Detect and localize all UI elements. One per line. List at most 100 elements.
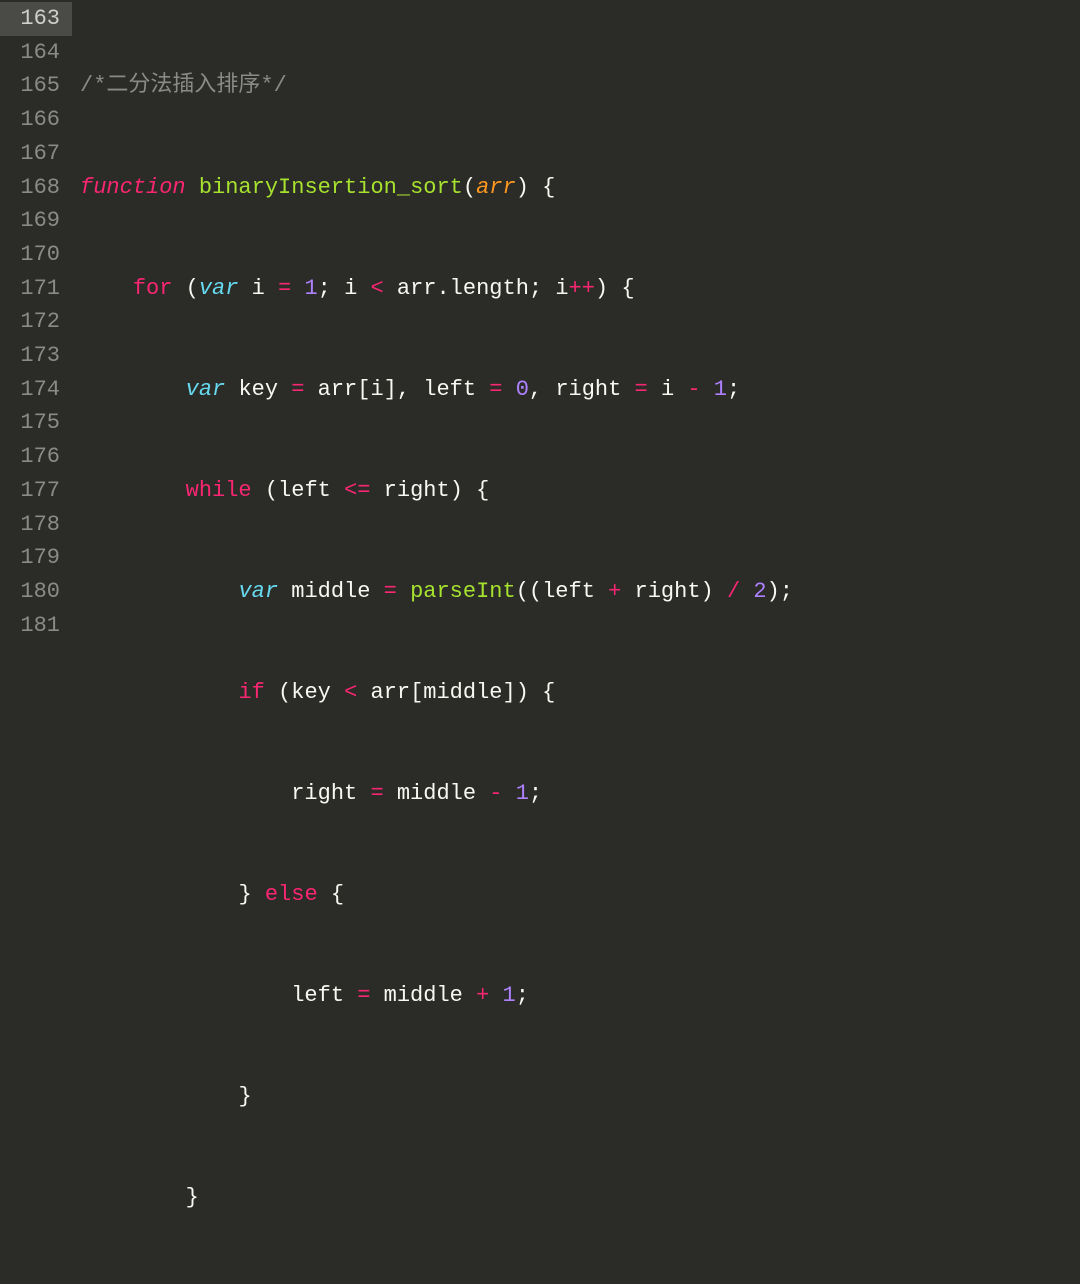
brace: { bbox=[331, 882, 344, 907]
semi: ; bbox=[318, 276, 331, 301]
line-number: 171 bbox=[0, 272, 72, 306]
ident: arr[middle] bbox=[370, 680, 515, 705]
line-number: 173 bbox=[0, 339, 72, 373]
brace: } bbox=[238, 1084, 251, 1109]
keyword-while: while bbox=[186, 478, 252, 503]
ident: middle bbox=[384, 983, 463, 1008]
ident: key bbox=[291, 680, 331, 705]
code-line: while (left <= right) { bbox=[80, 474, 1080, 508]
number: 0 bbox=[516, 377, 529, 402]
op: + bbox=[476, 983, 489, 1008]
ident: i bbox=[252, 276, 265, 301]
code-line: /*二分法插入排序*/ bbox=[80, 69, 1080, 103]
brace: { bbox=[542, 175, 555, 200]
line-number: 164 bbox=[0, 36, 72, 70]
line-number: 169 bbox=[0, 204, 72, 238]
keyword-var: var bbox=[186, 377, 226, 402]
brace: { bbox=[542, 680, 555, 705]
brace: } bbox=[186, 1185, 199, 1210]
line-number: 177 bbox=[0, 474, 72, 508]
op: = bbox=[489, 377, 502, 402]
keyword-var: var bbox=[199, 276, 239, 301]
code-line: } else { bbox=[80, 878, 1080, 912]
op: = bbox=[278, 276, 291, 301]
brace: { bbox=[476, 478, 489, 503]
ident: arr[i] bbox=[318, 377, 397, 402]
code-line: var key = arr[i], left = 0, right = i - … bbox=[80, 373, 1080, 407]
paren: ( bbox=[463, 175, 476, 200]
ident: left bbox=[542, 579, 595, 604]
function-name: binaryInsertion_sort bbox=[199, 175, 463, 200]
op: + bbox=[608, 579, 621, 604]
ident: left bbox=[278, 478, 331, 503]
paren: ) bbox=[516, 175, 529, 200]
ident: arr.length bbox=[397, 276, 529, 301]
ident: middle bbox=[291, 579, 370, 604]
number: 1 bbox=[502, 983, 515, 1008]
op: = bbox=[635, 377, 648, 402]
line-number: 172 bbox=[0, 305, 72, 339]
code-line: } bbox=[80, 1080, 1080, 1114]
ident: right bbox=[384, 478, 450, 503]
ident: i bbox=[344, 276, 357, 301]
ident: i bbox=[555, 276, 568, 301]
line-number: 178 bbox=[0, 508, 72, 542]
op: = bbox=[384, 579, 397, 604]
ident: i bbox=[661, 377, 674, 402]
line-number: 167 bbox=[0, 137, 72, 171]
op: - bbox=[687, 377, 700, 402]
op: < bbox=[370, 276, 383, 301]
line-number: 170 bbox=[0, 238, 72, 272]
number: 1 bbox=[714, 377, 727, 402]
line-number-gutter: 1631641651661671681691701711721731741751… bbox=[0, 0, 72, 642]
ident: right bbox=[635, 579, 701, 604]
line-number: 180 bbox=[0, 575, 72, 609]
code-line: for (var i = 1; i < arr.length; i++) { bbox=[80, 272, 1080, 306]
semi: ; bbox=[529, 276, 542, 301]
keyword-function: function bbox=[80, 175, 186, 200]
line-number: 176 bbox=[0, 440, 72, 474]
ident: right bbox=[555, 377, 621, 402]
code-line: var middle = parseInt((left + right) / 2… bbox=[80, 575, 1080, 609]
op: = bbox=[370, 781, 383, 806]
param: arr bbox=[476, 175, 516, 200]
code-line: function binaryInsertion_sort(arr) { bbox=[80, 171, 1080, 205]
op: <= bbox=[344, 478, 370, 503]
code-line: } bbox=[80, 1181, 1080, 1215]
number: 1 bbox=[516, 781, 529, 806]
comment: /*二分法插入排序*/ bbox=[80, 73, 287, 98]
code-line: left = middle + 1; bbox=[80, 979, 1080, 1013]
op: = bbox=[357, 983, 370, 1008]
op: ++ bbox=[569, 276, 595, 301]
line-number: 179 bbox=[0, 541, 72, 575]
ident: left bbox=[423, 377, 476, 402]
line-number: 165 bbox=[0, 69, 72, 103]
op: - bbox=[489, 781, 502, 806]
number: 2 bbox=[753, 579, 766, 604]
line-number: 166 bbox=[0, 103, 72, 137]
keyword-if: if bbox=[238, 680, 264, 705]
line-number: 174 bbox=[0, 373, 72, 407]
code-line: right = middle - 1; bbox=[80, 777, 1080, 811]
line-number: 168 bbox=[0, 171, 72, 205]
op: < bbox=[344, 680, 357, 705]
line-number: 181 bbox=[0, 609, 72, 643]
ident: right bbox=[291, 781, 357, 806]
keyword-else: else bbox=[265, 882, 318, 907]
function-call: parseInt bbox=[410, 579, 516, 604]
keyword-for: for bbox=[133, 276, 173, 301]
op: = bbox=[291, 377, 304, 402]
ident: key bbox=[238, 377, 278, 402]
line-number: 163 bbox=[0, 2, 72, 36]
code-area[interactable]: /*二分法插入排序*/ function binaryInsertion_sor… bbox=[80, 2, 1080, 1284]
line-number: 175 bbox=[0, 406, 72, 440]
code-line: for (var j = i - 1; j >= left; j--) { bbox=[80, 1283, 1080, 1284]
ident: left bbox=[291, 983, 344, 1008]
op: / bbox=[727, 579, 740, 604]
brace: } bbox=[238, 882, 251, 907]
brace: { bbox=[621, 276, 634, 301]
ident: middle bbox=[397, 781, 476, 806]
code-line: if (key < arr[middle]) { bbox=[80, 676, 1080, 710]
number: 1 bbox=[304, 276, 317, 301]
keyword-var: var bbox=[238, 579, 278, 604]
